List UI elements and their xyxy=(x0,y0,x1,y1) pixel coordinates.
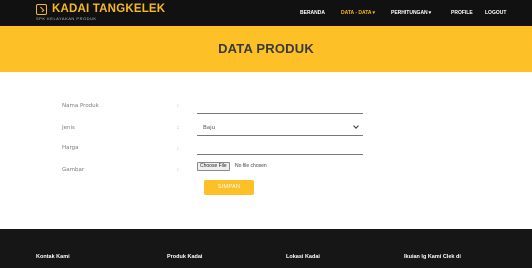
chevron-down-icon: ▾ xyxy=(372,10,376,16)
page-banner: DATA PRODUK xyxy=(0,26,532,72)
jenis-select-underline xyxy=(197,135,363,136)
label-colon: : xyxy=(177,167,179,173)
footer-lokasi-kadai: Lokasi Kadai xyxy=(286,254,320,260)
choose-file-button[interactable]: Choose File xyxy=(197,162,230,171)
footer: Kontak Kami Produk Kadai Lokasi Kadai Ik… xyxy=(0,229,532,268)
nav-beranda[interactable]: BERANDA xyxy=(300,10,325,16)
nav-perhitungan[interactable]: PERHITUNGAN▾ xyxy=(391,10,431,16)
label-gambar: Gambar xyxy=(62,167,85,173)
simpan-button[interactable]: SIMPAN xyxy=(204,180,254,195)
file-status: No file chosen xyxy=(235,163,267,169)
label-harga: Harga xyxy=(62,145,79,151)
top-navbar: KADAI TANGKELEK SPK KELAYAKAN PRODUK BER… xyxy=(0,0,532,26)
page-title: DATA PRODUK xyxy=(218,41,314,56)
nav-logout[interactable]: LOGOUT xyxy=(485,10,506,16)
nav-profile[interactable]: PROFILE xyxy=(451,10,473,16)
label-colon: : xyxy=(177,125,179,131)
footer-instagram: Ikuian Ig Kami Clek di xyxy=(404,254,461,260)
harga-input[interactable] xyxy=(197,154,363,155)
label-jenis: Jenis xyxy=(62,125,75,131)
footer-kontak-kami: Kontak Kami xyxy=(36,254,70,260)
label-nama-produk: Nama Produk xyxy=(62,103,99,109)
main-nav: BERANDA DATA - DATA▾ PERHITUNGAN▾ PROFIL… xyxy=(0,10,532,18)
footer-produk-kadai: Produk Kadai xyxy=(167,254,203,260)
chevron-down-icon xyxy=(353,123,359,129)
nama-produk-input[interactable] xyxy=(197,113,363,114)
jenis-selected-value: Baju xyxy=(203,125,216,131)
nav-data-data[interactable]: DATA - DATA▾ xyxy=(341,10,375,16)
label-colon: : xyxy=(177,103,179,109)
label-colon: : xyxy=(177,146,179,152)
chevron-down-icon: ▾ xyxy=(428,10,432,16)
